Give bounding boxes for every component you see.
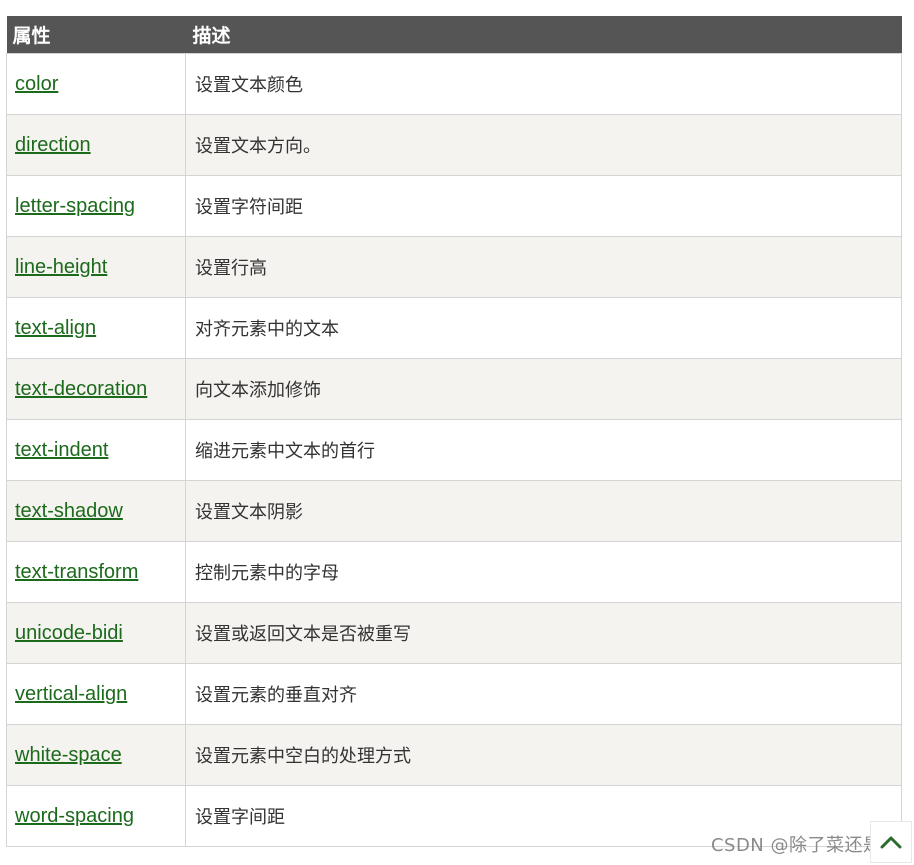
properties-table-wrapper: 属性 描述 color 设置文本颜色 direction 设置文本方向。 letter-… [6, 16, 902, 847]
description-cell: 设置文本方向。 [185, 114, 902, 176]
css-text-properties-table: 属性 描述 color 设置文本颜色 direction 设置文本方向。 letter-… [6, 16, 902, 847]
description-cell: 设置元素的垂直对齐 [185, 663, 902, 725]
property-link[interactable]: unicode-bidi [15, 622, 123, 644]
property-link[interactable]: text-decoration [15, 378, 147, 400]
table-row: direction 设置文本方向。 [6, 114, 902, 176]
property-link[interactable]: text-transform [15, 561, 138, 583]
property-link[interactable]: letter-spacing [15, 195, 135, 217]
table-row: text-align 对齐元素中的文本 [6, 297, 902, 359]
property-cell: text-align [6, 297, 186, 359]
table-row: text-decoration 向文本添加修饰 [6, 358, 902, 420]
property-cell: direction [6, 114, 186, 176]
table-row: letter-spacing 设置字符间距 [6, 175, 902, 237]
property-cell: text-shadow [6, 480, 186, 542]
property-cell: color [6, 53, 186, 115]
property-cell: unicode-bidi [6, 602, 186, 664]
table-row: vertical-align 设置元素的垂直对齐 [6, 663, 902, 725]
property-link[interactable]: vertical-align [15, 683, 127, 705]
property-link[interactable]: text-shadow [15, 500, 123, 522]
property-cell: white-space [6, 724, 186, 786]
table-row: text-transform 控制元素中的字母 [6, 541, 902, 603]
description-cell: 设置字符间距 [185, 175, 902, 237]
property-cell: word-spacing [6, 785, 186, 847]
description-cell: 设置元素中空白的处理方式 [185, 724, 902, 786]
property-cell: text-indent [6, 419, 186, 481]
property-link[interactable]: word-spacing [15, 805, 134, 827]
table-row: text-indent 缩进元素中文本的首行 [6, 419, 902, 481]
description-cell: 向文本添加修饰 [185, 358, 902, 420]
property-cell: vertical-align [6, 663, 186, 725]
table-row: line-height 设置行高 [6, 236, 902, 298]
description-cell: 对齐元素中的文本 [185, 297, 902, 359]
description-cell: 设置文本颜色 [185, 53, 902, 115]
property-link[interactable]: line-height [15, 256, 107, 278]
property-cell: letter-spacing [6, 175, 186, 237]
header-property: 属性 [6, 16, 186, 54]
description-cell: 控制元素中的字母 [185, 541, 902, 603]
description-cell: 缩进元素中文本的首行 [185, 419, 902, 481]
back-to-top-button[interactable] [870, 821, 912, 863]
property-link[interactable]: white-space [15, 744, 122, 766]
table-row: text-shadow 设置文本阴影 [6, 480, 902, 542]
table-row: color 设置文本颜色 [6, 53, 902, 115]
header-description: 描述 [185, 16, 902, 54]
description-cell: 设置或返回文本是否被重写 [185, 602, 902, 664]
property-cell: text-transform [6, 541, 186, 603]
property-cell: text-decoration [6, 358, 186, 420]
description-cell: 设置文本阴影 [185, 480, 902, 542]
table-row: unicode-bidi 设置或返回文本是否被重写 [6, 602, 902, 664]
property-cell: line-height [6, 236, 186, 298]
table-row: white-space 设置元素中空白的处理方式 [6, 724, 902, 786]
property-link[interactable]: color [15, 73, 58, 95]
property-link[interactable]: direction [15, 134, 91, 156]
description-cell: 设置行高 [185, 236, 902, 298]
chevron-up-icon [880, 836, 902, 849]
property-link[interactable]: text-indent [15, 439, 108, 461]
property-link[interactable]: text-align [15, 317, 96, 339]
table-header-row: 属性 描述 [6, 16, 902, 54]
table-body: color 设置文本颜色 direction 设置文本方向。 letter-spacin… [6, 53, 902, 847]
